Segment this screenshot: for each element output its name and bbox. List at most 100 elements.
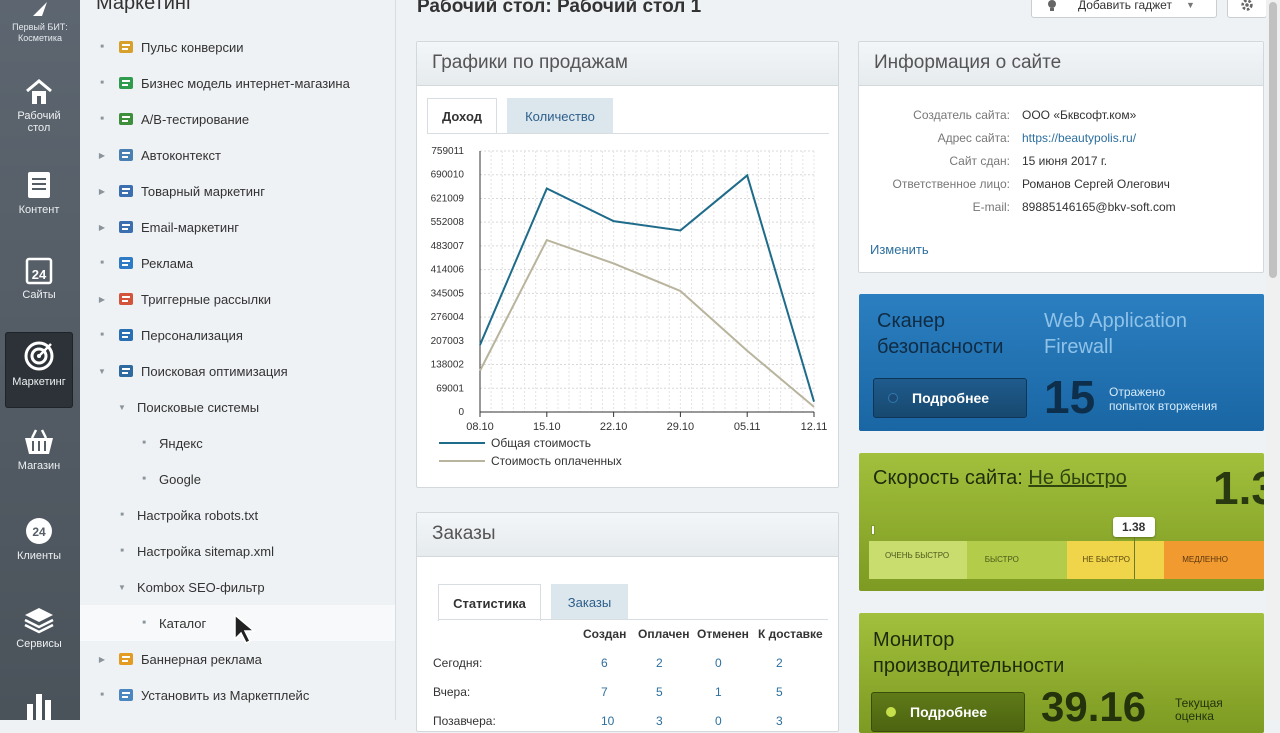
orders-count-link[interactable]: 6 [601,656,608,670]
scrollbar-thumb[interactable] [1269,2,1277,278]
menu-item[interactable]: ■ Реклама [80,245,395,281]
speed-segment-very-fast: ОЧЕНЬ БЫСТРО [869,541,967,579]
waf-label: Web Application Firewall [1044,310,1188,358]
orders-count-link[interactable]: 0 [715,714,722,728]
y-tick-label: 552008 [431,217,465,228]
site-url-link[interactable]: https://beautypolis.ru/ [1022,131,1136,145]
menu-item[interactable]: ▼ Kombox SEO-фильтр [80,569,395,605]
tab-statistics[interactable]: Статистика [438,584,541,621]
calendar-24-icon: 24 [25,257,53,285]
menu-item[interactable]: ■ Персонализация [80,317,395,353]
intrusion-note: Отражено попыток вторжения [1109,385,1217,413]
expand-arrow-icon[interactable]: ▶ [97,187,107,196]
settings-button[interactable] [1227,0,1267,18]
site-info-title: Информация о сайте [859,42,1263,86]
orders-count-link[interactable]: 3 [656,714,663,728]
orders-count-link[interactable]: 2 [776,656,783,670]
scanner-details-button[interactable]: Подробнее [873,378,1027,418]
tab-divider [438,619,828,620]
menu-item-label: Установить из Маркетплейс [141,687,310,703]
expand-arrow-icon[interactable]: ▶ [97,655,107,664]
document-icon [28,172,50,198]
perf-button-label: Подробнее [910,704,988,720]
menu-item-label: Яндекс [159,435,203,451]
info-key-label: Создатель сайта: [913,108,1010,122]
speed-segment-slow: МЕДЛЕННО [1164,541,1264,579]
speed-title: Скорость сайта: Не быстро [873,467,1127,490]
orders-count-link[interactable]: 5 [656,685,663,699]
tab-orders[interactable]: Заказы [551,584,628,619]
orders-count-link[interactable]: 2 [656,656,663,670]
menu-item[interactable]: ■ Яндекс [80,425,395,461]
orders-count-link[interactable]: 0 [715,656,722,670]
nav-clients[interactable]: 24 Клиенты [5,516,73,576]
speed-status-link[interactable]: Не быстро [1028,467,1126,489]
expand-arrow-icon[interactable]: ▶ [97,151,107,160]
x-tick-label: 08.10 [466,421,494,433]
flag-icon [117,650,135,668]
menu-item[interactable]: ▼ Поисковая оптимизация [80,353,395,389]
brand-label: Первый БИТ: Косметика [12,22,68,43]
menu-item[interactable]: ■ Настройка sitemap.xml [80,533,395,569]
menu-item[interactable]: ■ Установить из Маркетплейс [80,677,395,713]
orders-count-link[interactable]: 7 [601,685,608,699]
chevron-down-icon: ▼ [1185,0,1195,10]
orders-count-link[interactable]: 1 [715,685,722,699]
bullet-icon: ■ [120,548,124,554]
menu-item[interactable]: ■ Бизнес модель интернет-магазина [80,65,395,101]
nav-analytics[interactable] [5,690,73,720]
gear-icon [1241,0,1253,11]
orders-count-link[interactable]: 5 [776,685,783,699]
brand[interactable]: Первый БИТ: Косметика [0,0,80,44]
scrollbar-track[interactable] [1266,0,1280,720]
scanner-title: Сканер безопасности [877,310,1004,358]
expand-arrow-icon[interactable]: ▶ [97,295,107,304]
orders-header: Отменен [697,627,749,641]
menu-item-label: A/B-тестирование [141,111,250,127]
orders-count-link[interactable]: 3 [776,714,783,728]
menu-item[interactable]: ■ Google [80,461,395,497]
menu-item[interactable]: ▶ Товарный маркетинг [80,173,395,209]
tab-income[interactable]: Доход [427,98,497,134]
info-value: ООО «Бквсофт.ком» [1022,108,1252,124]
speed-label: Скорость сайта: [873,467,1023,489]
person-icon [117,326,135,344]
orders-row-label: Вчера: [433,685,471,699]
nav-desktop[interactable]: Рабочий стол [5,78,73,148]
menu-item-label: Настройка sitemap.xml [137,543,274,559]
menu-item[interactable]: ■ Пульс конверсии [80,29,395,65]
orders-count-link[interactable]: 10 [601,714,614,728]
info-value: https://beautypolis.ru/ [1022,131,1252,147]
nav-services[interactable]: Сервисы [5,606,73,666]
menu-item[interactable]: ▶ Автоконтекст [80,137,395,173]
tab-divider [427,133,829,134]
nav-shop[interactable]: Магазин [5,428,73,488]
menu-item[interactable]: ▼ Поисковые системы [80,389,395,425]
collapse-arrow-icon[interactable]: ▼ [117,583,127,592]
nav-marketing[interactable]: Маркетинг [5,332,73,408]
security-scanner-panel: Сканер безопасности Web Application Fire… [859,294,1264,431]
nav-content[interactable]: Контент [5,170,73,230]
edit-link[interactable]: Изменить [870,242,929,257]
menu-item[interactable]: ▶ Триггерные рассылки [80,281,395,317]
info-key: Ответственное лицо: [859,177,1010,193]
perf-details-button[interactable]: Подробнее [871,692,1025,732]
tab-quantity[interactable]: Количество [507,98,613,133]
x-tick-label: 05.11 [734,421,761,433]
collapse-arrow-icon[interactable]: ▼ [117,403,127,412]
nav-sites[interactable]: 24 Сайты [5,255,73,315]
home-icon [26,79,52,104]
bullet-icon: ■ [100,260,104,266]
perf-title: Монитор производительности [873,629,1065,677]
menu-item[interactable]: ■ A/B-тестирование [80,101,395,137]
add-gadget-button[interactable]: Добавить гаджет ▼ [1031,0,1217,18]
menu-item[interactable]: ▶ Баннерная реклама [80,641,395,677]
menu-item[interactable]: ■ Настройка robots.txt [80,497,395,533]
scanner-button-label: Подробнее [912,390,990,406]
clients-24-icon: 24 [26,518,52,544]
marketing-menu: Маркетинг ■ Пульс конверсии ■ Бизнес модель… [80,0,396,720]
menu-item[interactable]: ▶ Email-маркетинг [80,209,395,245]
collapse-arrow-icon[interactable]: ▼ [97,367,107,376]
expand-arrow-icon[interactable]: ▶ [97,223,107,232]
nav-services-label: Сервисы [16,638,62,650]
